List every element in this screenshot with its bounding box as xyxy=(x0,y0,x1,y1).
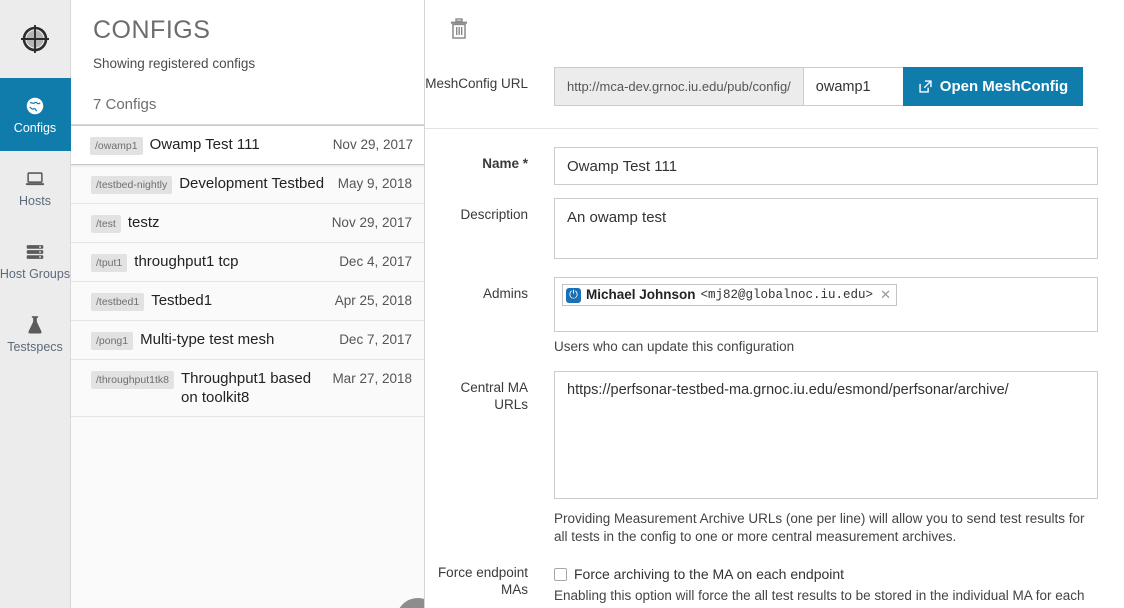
force-endpoint-ma-label: Force endpoint MAs xyxy=(437,565,528,597)
crosshair-target-icon xyxy=(21,25,49,53)
name-row: Name * xyxy=(425,147,1098,185)
flask-icon xyxy=(28,315,42,334)
config-name: Owamp Test 111 xyxy=(149,136,260,153)
admins-help-text: Users who can update this configuration xyxy=(554,339,795,354)
config-name: testz xyxy=(127,214,160,231)
page-title: CONFIGS xyxy=(93,16,211,44)
open-meshconfig-button[interactable]: Open MeshConfig xyxy=(902,67,1084,106)
laptop-icon xyxy=(25,172,45,185)
add-config-button[interactable] xyxy=(396,598,424,608)
force-endpoint-ma-row: Force endpoint MAs Force archiving to th… xyxy=(425,562,1098,608)
central-ma-label: Central MA URLs xyxy=(460,380,528,412)
configs-list: /owamp1 Owamp Test 111 Nov 29, 2017 /tes… xyxy=(71,124,424,417)
meshconfig-url-label: MeshConfig URL xyxy=(425,76,528,91)
meshconfig-slug-input[interactable] xyxy=(802,67,903,106)
config-name: Multi-type test mesh xyxy=(140,331,275,348)
config-path-tag: /owamp1 xyxy=(90,137,143,155)
list-item[interactable]: /test testz Nov 29, 2017 xyxy=(71,204,424,243)
config-name: Development Testbed xyxy=(179,175,325,192)
sidebar-item-host-groups[interactable]: Host Groups xyxy=(0,224,71,297)
open-meshconfig-label: Open MeshConfig xyxy=(939,78,1069,95)
force-archiving-checkbox[interactable] xyxy=(554,567,567,581)
config-date: Mar 27, 2018 xyxy=(332,371,412,386)
name-input[interactable] xyxy=(554,147,1098,185)
config-date: Nov 29, 2017 xyxy=(332,137,413,152)
force-endpoint-ma-help-text: Enabling this option will force the all … xyxy=(554,588,1088,608)
config-path-tag: /throughput1tk8 xyxy=(91,371,174,389)
config-date: May 9, 2018 xyxy=(337,176,412,191)
sidebar-item-label: Configs xyxy=(13,120,57,135)
power-badge-icon: ⏻ xyxy=(566,287,581,303)
delete-config-button[interactable] xyxy=(449,18,469,40)
list-item[interactable]: /throughput1tk8 Throughput1 based on too… xyxy=(71,360,424,417)
admin-token[interactable]: ⏻ Michael Johnson <mj82@globalnoc.iu.edu… xyxy=(562,284,897,306)
central-ma-help-text: Providing Measurement Archive URLs (one … xyxy=(554,511,1085,544)
central-ma-textarea[interactable]: https://perfsonar-testbed-ma.grnoc.iu.ed… xyxy=(554,371,1098,499)
admin-token-email: <mj82@globalnoc.iu.edu> xyxy=(700,288,874,302)
trash-icon xyxy=(451,18,467,39)
list-item[interactable]: /testbed-nightly Development Testbed May… xyxy=(71,165,424,204)
sidebar-item-configs[interactable]: Configs xyxy=(0,78,71,151)
app-root: Configs Hosts Host Groups Testspecs CONF… xyxy=(0,0,1124,608)
config-date: Dec 7, 2017 xyxy=(339,332,412,347)
config-path-tag: /pong1 xyxy=(91,332,134,350)
config-count: 7 Configs xyxy=(93,96,157,113)
list-item[interactable]: /pong1 Multi-type test mesh Dec 7, 2017 xyxy=(71,321,424,360)
sidebar-item-testspecs[interactable]: Testspecs xyxy=(0,297,71,370)
config-name: Throughput1 based on toolkit8 xyxy=(180,370,312,406)
server-stack-icon xyxy=(26,244,44,259)
detail-toolbar xyxy=(425,0,1098,45)
description-textarea[interactable]: An owamp test xyxy=(554,198,1098,259)
force-archiving-checkbox-line[interactable]: Force archiving to the MA on each endpoi… xyxy=(554,562,1098,582)
config-path-tag: /testbed-nightly xyxy=(91,176,173,194)
config-date: Dec 4, 2017 xyxy=(339,254,412,269)
config-date: Nov 29, 2017 xyxy=(331,215,412,230)
config-name: throughput1 tcp xyxy=(134,253,239,270)
description-label: Description xyxy=(460,207,528,222)
section-divider xyxy=(425,128,1098,129)
config-name: Testbed1 xyxy=(151,292,213,309)
close-icon[interactable]: ✕ xyxy=(878,287,891,303)
primary-nav-rail: Configs Hosts Host Groups Testspecs xyxy=(0,0,71,608)
sidebar-item-label: Hosts xyxy=(19,193,51,208)
central-ma-row: Central MA URLs https://perfsonar-testbe… xyxy=(425,371,1098,546)
sidebar-item-label: Host Groups xyxy=(0,266,71,281)
admins-token-field[interactable]: ⏻ Michael Johnson <mj82@globalnoc.iu.edu… xyxy=(554,277,1098,332)
config-path-tag: /test xyxy=(91,215,121,233)
list-item[interactable]: /testbed1 Testbed1 Apr 25, 2018 xyxy=(71,282,424,321)
list-item[interactable]: /tput1 throughput1 tcp Dec 4, 2017 xyxy=(71,243,424,282)
meshconfig-url-prefix: http://mca-dev.grnoc.iu.edu/pub/config/ xyxy=(554,67,803,106)
app-logo xyxy=(0,0,70,78)
meshconfig-input-group: http://mca-dev.grnoc.iu.edu/pub/config/ … xyxy=(554,67,1098,106)
meshconfig-url-row: MeshConfig URL http://mca-dev.grnoc.iu.e… xyxy=(425,67,1098,106)
list-item[interactable]: /owamp1 Owamp Test 111 Nov 29, 2017 xyxy=(71,125,424,165)
config-date: Apr 25, 2018 xyxy=(334,293,412,308)
force-archiving-checkbox-label: Force archiving to the MA on each endpoi… xyxy=(574,566,845,582)
page-subtitle: Showing registered configs xyxy=(93,56,256,71)
admins-row: Admins ⏻ Michael Johnson <mj82@globalnoc… xyxy=(425,277,1098,356)
globe-icon xyxy=(26,97,44,114)
list-header: CONFIGS Showing registered configs 7 Con… xyxy=(71,0,424,124)
sidebar-item-hosts[interactable]: Hosts xyxy=(0,151,71,224)
sidebar-item-label: Testspecs xyxy=(7,339,63,354)
admins-label: Admins xyxy=(482,286,528,301)
config-path-tag: /testbed1 xyxy=(91,293,145,311)
config-detail-panel: MeshConfig URL http://mca-dev.grnoc.iu.e… xyxy=(425,0,1124,608)
admin-token-name: Michael Johnson xyxy=(586,287,696,302)
configs-list-panel: CONFIGS Showing registered configs 7 Con… xyxy=(71,0,425,608)
description-row: Description An owamp test xyxy=(425,198,1098,264)
external-link-icon xyxy=(919,80,932,93)
config-path-tag: /tput1 xyxy=(91,254,128,272)
name-label: Name * xyxy=(482,156,528,171)
